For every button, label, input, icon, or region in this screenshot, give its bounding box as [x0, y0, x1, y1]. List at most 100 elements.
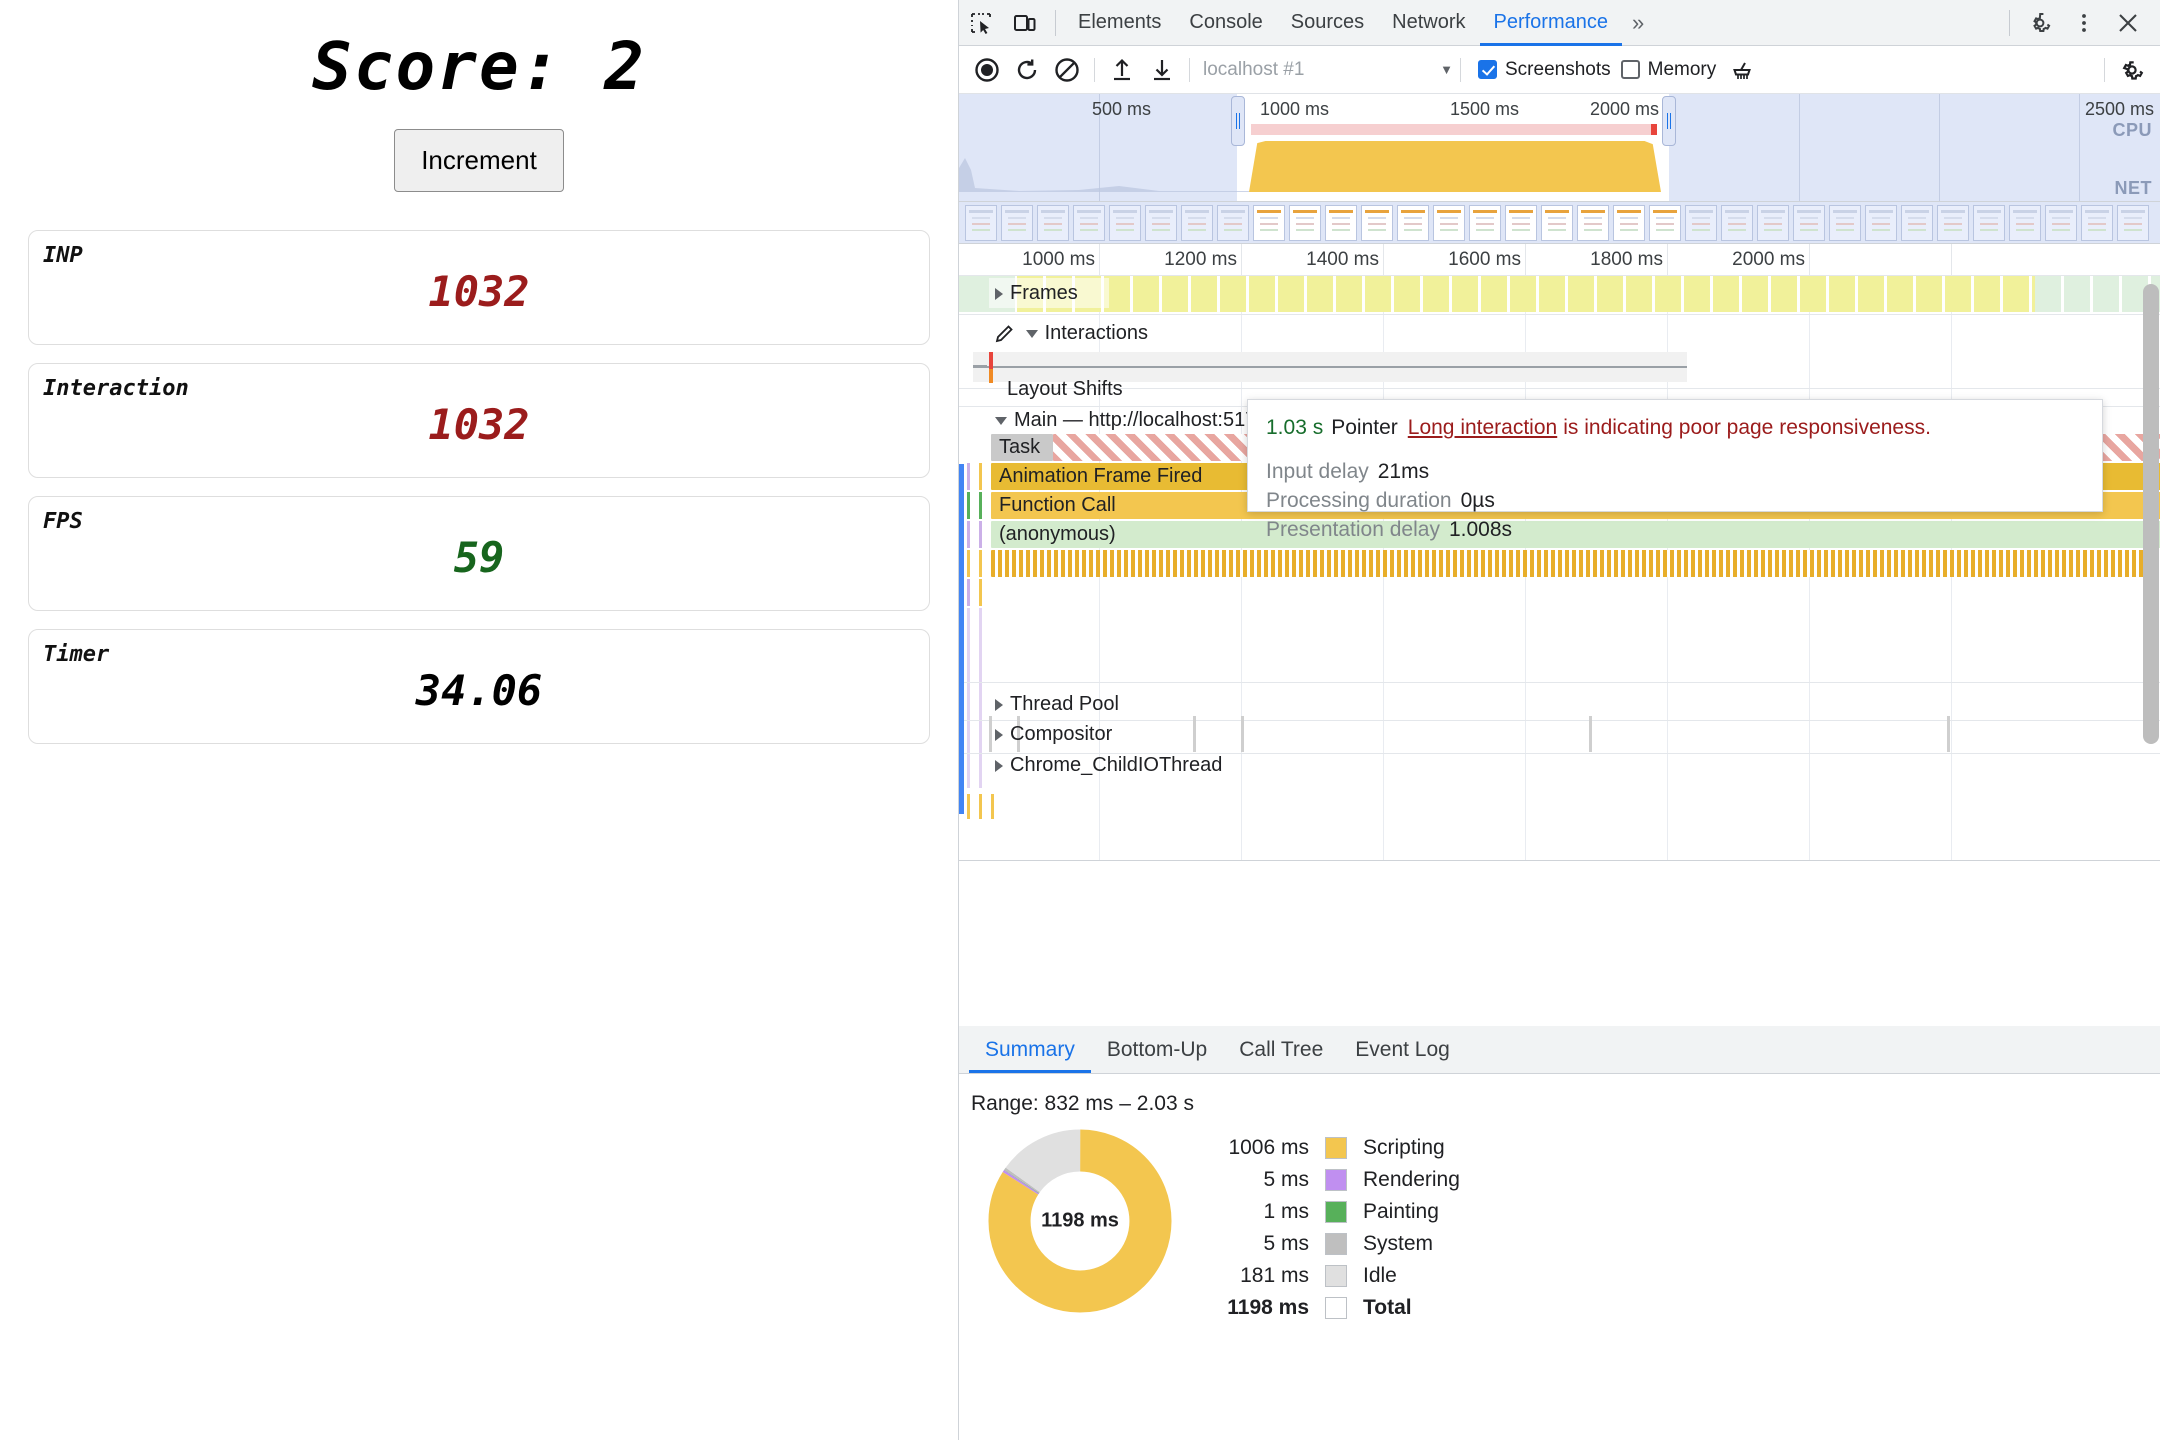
track-interactions[interactable]: Interactions: [995, 322, 1148, 345]
filmstrip-thumbnail[interactable]: [1001, 205, 1033, 241]
tab-event-log[interactable]: Event Log: [1339, 1027, 1466, 1073]
filmstrip-thumbnail[interactable]: [1865, 205, 1897, 241]
filmstrip-thumbnail[interactable]: [1937, 205, 1969, 241]
tab-bottom-up[interactable]: Bottom-Up: [1091, 1027, 1223, 1073]
interaction-start-marker: [989, 352, 993, 370]
filmstrip-thumbnail[interactable]: [1325, 205, 1357, 241]
filmstrip-strip[interactable]: [959, 202, 2160, 244]
legend-swatch: [1325, 1137, 1347, 1159]
filmstrip-thumbnail[interactable]: [1109, 205, 1141, 241]
filmstrip-thumbnail[interactable]: [1361, 205, 1393, 241]
filmstrip-thumbnail[interactable]: [2081, 205, 2113, 241]
filmstrip-thumbnail[interactable]: [1037, 205, 1069, 241]
capture-settings-gear-icon[interactable]: [2112, 50, 2152, 90]
tab-call-tree[interactable]: Call Tree: [1223, 1027, 1339, 1073]
filmstrip-thumbnail[interactable]: [1685, 205, 1717, 241]
record-reload-icon[interactable]: [1007, 50, 1047, 90]
filmstrip-thumbnail[interactable]: [1433, 205, 1465, 241]
details-drawer: Summary Bottom-Up Call Tree Event Log Ra…: [959, 1026, 2160, 1440]
filmstrip-thumbnail[interactable]: [1181, 205, 1213, 241]
tab-performance[interactable]: Performance: [1480, 0, 1623, 46]
filmstrip-thumbnail[interactable]: [1505, 205, 1537, 241]
filmstrip-thumbnail[interactable]: [2117, 205, 2149, 241]
flame-chart[interactable]: Frames Interactions Layout Shifts Main —…: [959, 276, 2160, 861]
target-label: localhost #1: [1203, 58, 1305, 80]
track-thread-pool[interactable]: Thread Pool: [995, 693, 1119, 716]
device-toolbar-icon[interactable]: [1003, 0, 1047, 46]
track-label: Layout Shifts: [1007, 378, 1123, 400]
flame-bar-dense-children[interactable]: [991, 550, 2160, 577]
increment-button[interactable]: Increment: [394, 129, 564, 192]
filmstrip-thumbnail[interactable]: [1289, 205, 1321, 241]
legend-label: Total: [1363, 1296, 1412, 1319]
filmstrip-thumbnail[interactable]: [1829, 205, 1861, 241]
legend-row-idle[interactable]: 181 ms Idle: [1201, 1260, 1460, 1292]
clear-icon[interactable]: [1047, 50, 1087, 90]
tooltip-key: Input delay: [1266, 460, 1369, 483]
gear-icon[interactable]: [2018, 0, 2062, 46]
tab-network[interactable]: Network: [1378, 0, 1479, 46]
filmstrip-thumbnail[interactable]: [1613, 205, 1645, 241]
tooltip-link[interactable]: Long interaction: [1408, 416, 1557, 439]
filmstrip-thumbnail[interactable]: [1541, 205, 1573, 241]
more-tabs-icon[interactable]: »: [1622, 10, 1654, 36]
filmstrip-thumbnail[interactable]: [1649, 205, 1681, 241]
devtools-panel: Elements Console Sources Network Perform…: [958, 0, 2160, 1440]
track-label: Thread Pool: [1010, 693, 1119, 715]
metric-card-timer: Timer 34.06: [28, 629, 930, 744]
filmstrip-thumbnail[interactable]: [1469, 205, 1501, 241]
filmstrip-thumbnail[interactable]: [1145, 205, 1177, 241]
pencil-icon[interactable]: [995, 324, 1015, 343]
filmstrip-thumbnail[interactable]: [1793, 205, 1825, 241]
activity-donut-chart: 1198 ms: [987, 1128, 1173, 1314]
collect-garbage-icon[interactable]: [1722, 50, 1762, 90]
filmstrip-thumbnail[interactable]: [2009, 205, 2041, 241]
track-compositor[interactable]: Compositor: [995, 723, 1112, 746]
tab-elements[interactable]: Elements: [1064, 0, 1175, 46]
overview-handle-left[interactable]: [1231, 96, 1245, 146]
filmstrip-thumbnail[interactable]: [965, 205, 997, 241]
tooltip-key: Presentation delay: [1266, 517, 1440, 541]
inspect-element-icon[interactable]: [959, 0, 1003, 46]
filmstrip-thumbnail[interactable]: [1901, 205, 1933, 241]
filmstrip-thumbnail[interactable]: [1577, 205, 1609, 241]
filmstrip-thumbnail[interactable]: [1721, 205, 1753, 241]
filmstrip-thumbnail[interactable]: [1397, 205, 1429, 241]
legend-row-painting[interactable]: 1 ms Painting: [1201, 1196, 1460, 1228]
legend-row-system[interactable]: 5 ms System: [1201, 1228, 1460, 1260]
filmstrip-thumbnail[interactable]: [1757, 205, 1789, 241]
metric-value: 34.06: [415, 666, 543, 715]
filmstrip-thumbnail[interactable]: [1073, 205, 1105, 241]
chevron-down-icon: [995, 416, 1007, 425]
track-main[interactable]: Main — http://localhost:517: [995, 409, 1256, 432]
memory-checkbox[interactable]: Memory: [1620, 59, 1716, 81]
overview-handle-right[interactable]: [1662, 96, 1676, 146]
legend-value: 1 ms: [1263, 1200, 1309, 1223]
load-profile-icon[interactable]: [1102, 50, 1142, 90]
timeline-overview[interactable]: 500 ms 1000 ms 1500 ms 2000 ms 2500 ms C…: [959, 94, 2160, 202]
filmstrip-thumbnail[interactable]: [1217, 205, 1249, 241]
filmstrip-thumbnail[interactable]: [1253, 205, 1285, 241]
legend-row-scripting[interactable]: 1006 ms Scripting: [1201, 1132, 1460, 1164]
frames-track-strip[interactable]: [959, 276, 2160, 312]
flame-bar-task[interactable]: Task: [991, 434, 1053, 461]
tab-console[interactable]: Console: [1175, 0, 1276, 46]
more-options-icon[interactable]: [2062, 0, 2106, 46]
filmstrip-thumbnail[interactable]: [1973, 205, 2005, 241]
activity-legend: 1006 ms Scripting 5 ms Rendering 1 ms Pa…: [1201, 1132, 1460, 1324]
save-profile-icon[interactable]: [1142, 50, 1182, 90]
track-frames[interactable]: Frames: [995, 282, 1078, 305]
flame-chart-scrollbar[interactable]: [2143, 284, 2159, 744]
filmstrip-thumbnail[interactable]: [2045, 205, 2077, 241]
track-layout-shifts[interactable]: Layout Shifts: [1007, 378, 1123, 401]
tab-sources[interactable]: Sources: [1277, 0, 1378, 46]
legend-row-rendering[interactable]: 5 ms Rendering: [1201, 1164, 1460, 1196]
tab-summary[interactable]: Summary: [969, 1027, 1091, 1073]
metric-label: INP: [43, 243, 83, 268]
track-chrome-childiothread[interactable]: Chrome_ChildIOThread: [995, 754, 1222, 777]
record-button[interactable]: [967, 50, 1007, 90]
range-label: Range: 832 ms – 2.03 s: [971, 1092, 1194, 1115]
close-icon[interactable]: [2106, 0, 2150, 46]
target-selector[interactable]: localhost #1 ▼: [1203, 59, 1453, 81]
screenshots-checkbox[interactable]: Screenshots: [1478, 59, 1611, 81]
